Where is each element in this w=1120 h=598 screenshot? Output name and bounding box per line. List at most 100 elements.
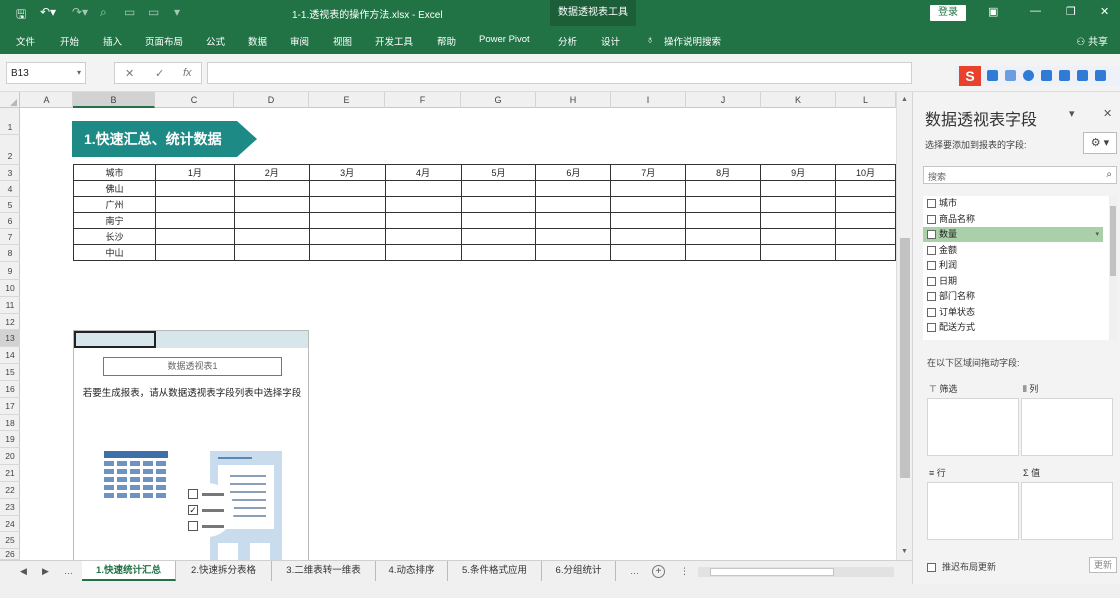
tab-design[interactable]: 设计 — [601, 34, 620, 48]
table-cell[interactable] — [233, 228, 310, 245]
row-header[interactable]: 26 — [0, 549, 20, 560]
values-drop-area[interactable] — [1021, 482, 1113, 540]
table-cell[interactable] — [610, 228, 687, 245]
table-cell[interactable] — [835, 196, 896, 213]
field-item[interactable]: 商品名称 — [923, 212, 1103, 227]
table-cell[interactable] — [308, 196, 386, 213]
table-cell[interactable] — [384, 228, 462, 245]
city-cell[interactable]: 长沙 — [73, 228, 156, 245]
table-cell[interactable] — [384, 180, 462, 197]
table-cell[interactable] — [835, 180, 896, 197]
table-cell[interactable] — [233, 196, 310, 213]
row-header[interactable]: 25 — [0, 532, 20, 549]
row-header[interactable]: 18 — [0, 415, 20, 431]
quick-access-icon[interactable]: ▭ — [124, 5, 135, 19]
ime-punct-icon[interactable] — [1005, 70, 1016, 81]
table-cell[interactable] — [835, 244, 896, 261]
table-cell[interactable] — [460, 212, 537, 229]
row-header[interactable]: 5 — [0, 197, 20, 213]
ime-voice-icon[interactable] — [1041, 70, 1052, 81]
vertical-scrollbar[interactable]: ▲ ▼ — [896, 92, 912, 560]
table-header-cell[interactable]: 2月 — [233, 164, 310, 181]
column-header[interactable]: G — [461, 92, 536, 108]
more-sheets-icon[interactable]: … — [630, 566, 639, 576]
column-header[interactable]: F — [385, 92, 461, 108]
customize-qa-icon[interactable]: ▾ — [174, 5, 180, 19]
add-sheet-button[interactable]: + — [652, 565, 665, 578]
sheet-tab-3[interactable]: 3.二维表转一维表 — [272, 561, 376, 581]
prev-sheet-icon[interactable]: ◀ — [20, 566, 27, 577]
column-header[interactable]: H — [536, 92, 611, 108]
filters-drop-area[interactable] — [927, 398, 1019, 456]
tab-data[interactable]: 数据 — [248, 34, 267, 48]
share-button[interactable]: ⚇ 共享 — [1076, 33, 1108, 48]
table-cell[interactable] — [760, 212, 837, 229]
row-header[interactable]: 17 — [0, 398, 20, 415]
row-header[interactable]: 2 — [0, 135, 20, 165]
table-cell[interactable] — [610, 212, 687, 229]
sheet-tab-4[interactable]: 4.动态排序 — [376, 561, 448, 581]
split-handle-icon[interactable]: ⋮ — [680, 566, 689, 577]
checkbox[interactable] — [927, 214, 936, 224]
table-cell[interactable] — [308, 180, 386, 197]
table-cell[interactable] — [685, 180, 762, 197]
table-header-cell[interactable]: 3月 — [308, 164, 386, 181]
select-all-button[interactable] — [0, 92, 20, 108]
column-header[interactable]: I — [611, 92, 686, 108]
tab-formulas[interactable]: 公式 — [206, 34, 225, 48]
table-cell[interactable] — [685, 196, 762, 213]
tell-me-search[interactable]: 操作说明搜索 — [664, 34, 721, 48]
table-cell[interactable] — [535, 180, 612, 197]
column-header[interactable]: D — [234, 92, 309, 108]
scroll-thumb[interactable] — [1110, 206, 1116, 276]
save-icon[interactable]: 🖫 — [16, 5, 26, 26]
table-header-cell[interactable]: 8月 — [685, 164, 762, 181]
more-sheets-icon[interactable]: … — [64, 566, 73, 576]
city-cell[interactable]: 南宁 — [73, 212, 156, 229]
field-item[interactable]: 部门名称 — [923, 289, 1103, 304]
table-cell[interactable] — [685, 228, 762, 245]
table-cell[interactable] — [460, 244, 537, 261]
table-cell[interactable] — [760, 244, 837, 261]
table-cell[interactable] — [535, 228, 612, 245]
table-cell[interactable] — [760, 196, 837, 213]
row-header[interactable]: 15 — [0, 364, 20, 381]
table-cell[interactable] — [460, 196, 537, 213]
field-search-input[interactable]: 搜索 ⌕ — [923, 166, 1117, 184]
row-header[interactable]: 3 — [0, 165, 20, 181]
row-header[interactable]: 9 — [0, 262, 20, 280]
ime-emoji-icon[interactable] — [1023, 70, 1034, 81]
row-header[interactable]: 7 — [0, 229, 20, 245]
field-item[interactable]: 金额 — [923, 243, 1103, 258]
row-header[interactable]: 11 — [0, 297, 20, 314]
columns-drop-area[interactable] — [1021, 398, 1113, 456]
undo-icon[interactable]: ↶▾ — [40, 5, 56, 19]
table-cell[interactable] — [154, 212, 235, 229]
scroll-down-icon[interactable]: ▼ — [901, 548, 908, 555]
tab-home[interactable]: 开始 — [60, 34, 79, 48]
table-cell[interactable] — [384, 196, 462, 213]
field-item[interactable]: 利润 — [923, 258, 1103, 273]
gear-icon[interactable]: ⚙ ▾ — [1083, 132, 1117, 154]
row-header[interactable]: 21 — [0, 465, 20, 482]
quick-access-icon[interactable]: ▭ — [148, 5, 159, 19]
tab-insert[interactable]: 插入 — [103, 34, 122, 48]
tab-file[interactable]: 文件 — [16, 34, 35, 48]
row-header[interactable]: 24 — [0, 516, 20, 532]
checkbox[interactable] — [927, 199, 936, 208]
cancel-icon[interactable]: ✕ — [125, 67, 134, 80]
quick-access-icon[interactable]: ⌕ — [100, 5, 107, 20]
tab-review[interactable]: 审阅 — [290, 34, 309, 48]
checkbox[interactable] — [927, 307, 936, 317]
tab-developer[interactable]: 开发工具 — [375, 34, 413, 48]
column-header[interactable]: L — [836, 92, 896, 108]
rows-drop-area[interactable] — [927, 482, 1019, 540]
ime-chinese-icon[interactable] — [987, 70, 998, 81]
ime-tools-icon[interactable] — [1095, 70, 1106, 81]
sheet-tab-6[interactable]: 6.分组统计 — [542, 561, 616, 581]
row-header[interactable]: 1 — [0, 108, 20, 135]
table-header-cell[interactable]: 5月 — [460, 164, 537, 181]
insert-function-icon[interactable]: fx — [183, 67, 192, 79]
ribbon-display-icon[interactable]: ▣ — [988, 5, 998, 18]
table-header-cell[interactable]: 4月 — [384, 164, 462, 181]
